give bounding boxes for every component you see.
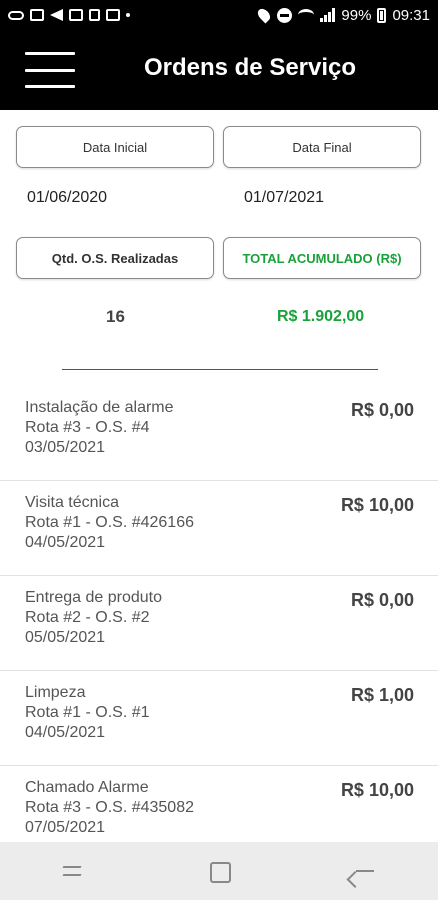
order-route: Rota #2 - O.S. #2	[25, 609, 150, 626]
order-date: 04/05/2021	[25, 724, 106, 741]
start-date-button[interactable]: Data Inicial	[16, 126, 214, 168]
divider	[62, 369, 378, 370]
signal-icon	[320, 8, 336, 22]
order-date: 03/05/2021	[25, 439, 106, 456]
order-route: Rota #1 - O.S. #426166	[25, 514, 194, 531]
order-title: Instalação de alarme	[25, 399, 174, 416]
list-item[interactable]: Limpeza Rota #1 - O.S. #1 04/05/2021 R$ …	[0, 671, 438, 766]
infinity-icon	[8, 10, 24, 20]
total-label: TOTAL ACUMULADO (R$)	[223, 237, 421, 279]
order-title: Visita técnica	[25, 494, 119, 511]
order-value: R$ 10,00	[340, 495, 414, 515]
total-value: R$ 1.902,00	[277, 308, 365, 325]
order-value: R$ 10,00	[340, 780, 414, 800]
order-title: Limpeza	[25, 684, 86, 701]
do-not-disturb-icon	[277, 7, 293, 23]
battery-percent: 99%	[341, 6, 372, 24]
list-item[interactable]: Visita técnica Rota #1 - O.S. #426166 04…	[0, 481, 438, 576]
more-dot-icon	[126, 13, 130, 17]
status-notifications	[8, 9, 130, 21]
list-item[interactable]: Instalação de alarme Rota #3 - O.S. #4 0…	[0, 386, 438, 481]
page-title: Ordens de Serviço	[143, 54, 357, 81]
wifi-icon	[298, 9, 315, 21]
order-route: Rota #3 - O.S. #435082	[25, 799, 194, 816]
start-date-value: 01/06/2020	[27, 189, 108, 206]
status-system: 99% 09:31	[255, 6, 430, 24]
list-item[interactable]: Entrega de produto Rota #2 - O.S. #2 05/…	[0, 576, 438, 671]
order-route: Rota #3 - O.S. #4	[25, 419, 150, 436]
end-date-button[interactable]: Data Final	[223, 126, 421, 168]
order-date: 07/05/2021	[25, 819, 106, 836]
order-value: R$ 0,00	[350, 400, 414, 420]
os-count-value: 16	[106, 307, 125, 326]
back-icon[interactable]	[345, 851, 385, 891]
order-value: R$ 0,00	[350, 590, 414, 610]
clock: 09:31	[392, 6, 430, 24]
order-route: Rota #1 - O.S. #1	[25, 704, 150, 721]
recent-apps-icon[interactable]	[53, 851, 93, 891]
location-icon	[255, 6, 273, 24]
battery-icon	[377, 7, 387, 23]
orders-list[interactable]: Instalação de alarme Rota #3 - O.S. #4 0…	[0, 386, 438, 861]
order-value: R$ 1,00	[350, 685, 414, 705]
order-date: 05/05/2021	[25, 629, 106, 646]
mail-icon	[69, 9, 83, 21]
os-count-label: Qtd. O.S. Realizadas	[16, 237, 214, 279]
end-date-value: 01/07/2021	[244, 189, 325, 206]
send-icon	[50, 9, 63, 21]
order-title: Chamado Alarme	[25, 779, 149, 796]
message-icon	[30, 9, 44, 21]
order-title: Entrega de produto	[25, 589, 162, 606]
file-icon	[89, 9, 100, 21]
system-nav-bar	[0, 842, 438, 900]
order-date: 04/05/2021	[25, 534, 106, 551]
app-bar: Ordens de Serviço	[0, 30, 438, 110]
image-icon	[106, 9, 120, 21]
status-bar: 99% 09:31	[0, 0, 438, 30]
home-icon[interactable]	[199, 851, 239, 891]
